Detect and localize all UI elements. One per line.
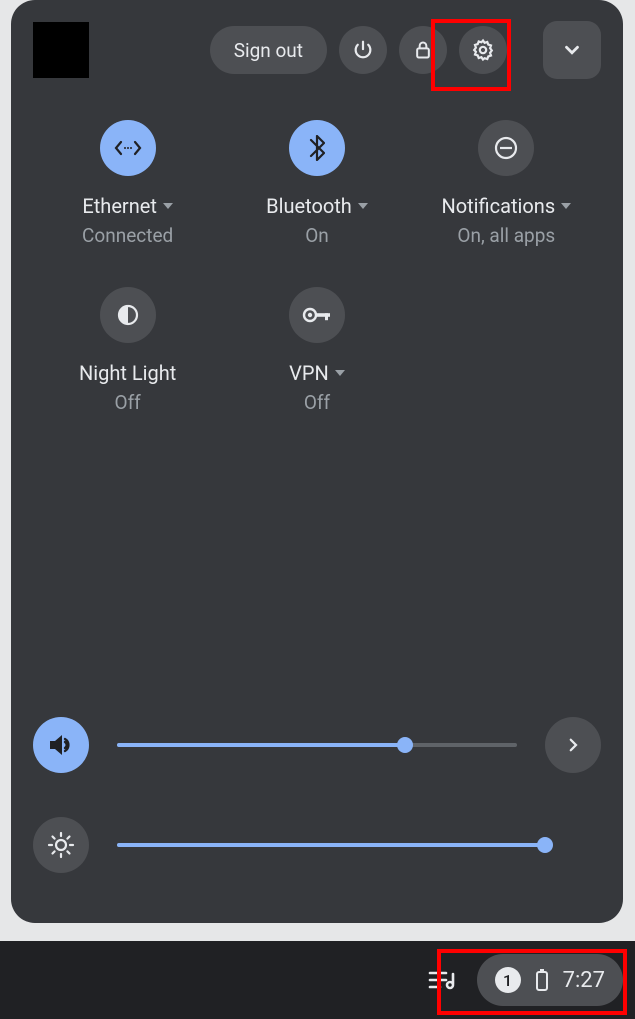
shelf: 1 7:27 [0,941,635,1019]
night-light-label: Night Light [79,361,176,385]
notification-count: 1 [503,971,512,990]
user-avatar[interactable] [33,22,89,78]
quick-settings-panel: Sign out Ethernet [11,0,623,923]
ethernet-toggle[interactable]: Ethernet Connected [43,120,213,247]
bluetooth-label-row: Bluetooth [266,194,368,218]
notifications-status: On, all apps [457,224,555,247]
lock-icon [413,39,433,61]
volume-icon [48,733,74,757]
vpn-key-icon [302,306,332,324]
audio-settings-button[interactable] [545,717,601,773]
slider-track-fill [117,843,545,847]
slider-thumb[interactable] [537,837,553,853]
notification-count-badge: 1 [495,967,521,993]
settings-button[interactable] [459,26,507,74]
night-light-label-row: Night Light [79,361,176,385]
dropdown-caret-icon [561,203,571,209]
quick-toggles-grid: Ethernet Connected Bluetooth On [33,120,601,414]
sign-out-button[interactable]: Sign out [210,26,327,74]
bluetooth-status: On [305,224,329,247]
volume-slider[interactable] [117,736,517,754]
notifications-icon-circle [478,120,534,176]
vpn-icon-circle [289,287,345,343]
volume-button[interactable] [33,717,89,773]
status-tray[interactable]: 1 7:27 [477,954,623,1006]
chevron-right-icon [564,736,582,754]
bluetooth-icon-circle [289,120,345,176]
vpn-toggle[interactable]: VPN Off [232,287,402,414]
gear-icon [471,38,495,62]
power-button[interactable] [339,26,387,74]
ethernet-status: Connected [82,224,173,247]
media-controls-button[interactable] [417,955,467,1005]
screen: Sign out Ethernet [0,0,635,1019]
volume-row [33,717,601,773]
brightness-slider[interactable] [117,836,545,854]
notifications-label-row: Notifications [441,194,571,218]
night-light-toggle[interactable]: Night Light Off [43,287,213,414]
do-not-disturb-icon [493,135,519,161]
bluetooth-toggle[interactable]: Bluetooth On [232,120,402,247]
notifications-toggle[interactable]: Notifications On, all apps [421,120,591,247]
dropdown-caret-icon [358,203,368,209]
night-light-status: Off [115,391,141,414]
bluetooth-label: Bluetooth [266,194,352,218]
ethernet-label: Ethernet [82,194,157,218]
night-light-icon [115,302,141,328]
music-queue-icon [428,968,456,992]
vpn-label-row: VPN [289,361,345,385]
collapse-panel-button[interactable] [543,21,601,79]
clock: 7:27 [563,968,605,993]
slider-thumb[interactable] [397,737,413,753]
vpn-status: Off [304,391,330,414]
chevron-down-icon [561,39,583,61]
battery-icon [535,968,549,992]
ethernet-icon-circle [100,120,156,176]
bluetooth-icon [309,135,325,161]
panel-header: Sign out [33,22,601,78]
vpn-label: VPN [289,361,329,385]
power-icon [352,39,374,61]
slider-track-fill [117,743,405,747]
dropdown-caret-icon [335,370,345,376]
sliders-section [33,717,601,901]
dropdown-caret-icon [163,203,173,209]
ethernet-icon [114,138,142,158]
night-light-icon-circle [100,287,156,343]
ethernet-label-row: Ethernet [82,194,173,218]
brightness-icon [47,831,75,859]
sign-out-label: Sign out [234,39,303,62]
brightness-button[interactable] [33,817,89,873]
lock-button[interactable] [399,26,447,74]
brightness-row [33,817,601,873]
notifications-label: Notifications [441,194,555,218]
